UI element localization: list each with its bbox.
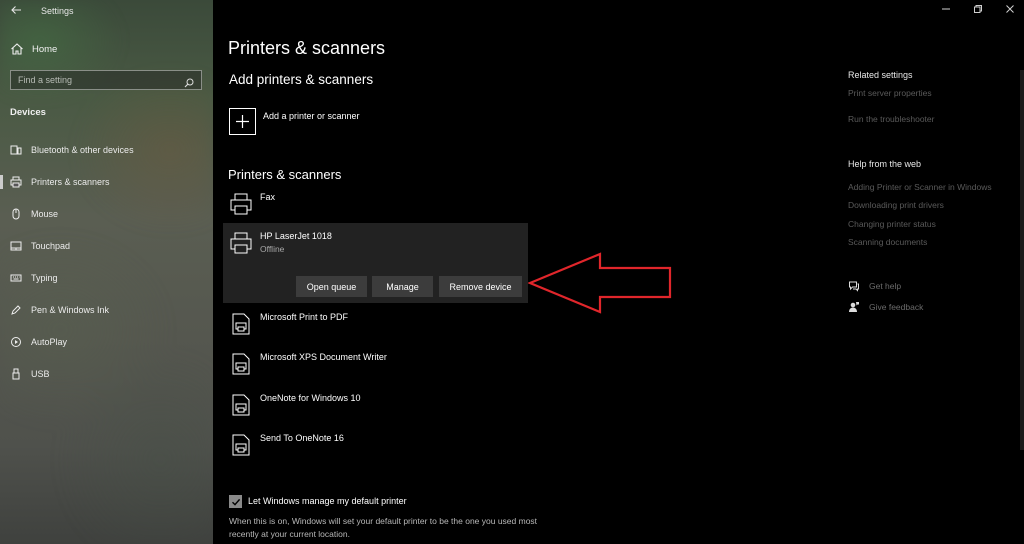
sidebar: Settings Home Devices Bluetooth & other … xyxy=(0,0,213,544)
printers-list-heading: Printers & scanners xyxy=(228,167,342,182)
sidebar-item-autoplay[interactable]: AutoPlay xyxy=(0,326,213,358)
restore-icon[interactable] xyxy=(973,4,983,17)
device-item-xps-writer[interactable]: Microsoft XPS Document Writer xyxy=(229,352,387,376)
sidebar-item-typing[interactable]: Typing xyxy=(0,262,213,294)
device-name: OneNote for Windows 10 xyxy=(260,393,361,403)
default-printer-checkbox[interactable] xyxy=(229,495,242,508)
sidebar-item-pen[interactable]: Pen & Windows Ink xyxy=(0,294,213,326)
get-help-link[interactable]: Get help xyxy=(848,280,901,292)
device-name: Send To OneNote 16 xyxy=(260,433,344,443)
help-from-web-heading: Help from the web xyxy=(848,159,922,169)
sidebar-item-label: Printers & scanners xyxy=(31,177,110,187)
search-box[interactable] xyxy=(10,70,202,90)
annotation-arrow xyxy=(528,252,672,314)
add-section-heading: Add printers & scanners xyxy=(229,72,374,87)
sidebar-item-label: Touchpad xyxy=(31,241,71,251)
device-name: HP LaserJet 1018 xyxy=(260,231,332,241)
link-scanning-documents[interactable]: Scanning documents xyxy=(848,237,927,247)
keyboard-icon xyxy=(10,272,22,284)
device-item-fax[interactable]: Fax xyxy=(229,192,275,216)
link-run-troubleshooter[interactable]: Run the troubleshooter xyxy=(848,114,934,124)
device-item-hp-laserjet[interactable]: HP LaserJet 1018 Offline xyxy=(229,231,332,255)
home-icon xyxy=(10,42,24,56)
device-status: Offline xyxy=(260,244,285,254)
add-printer-button[interactable] xyxy=(229,108,256,135)
sidebar-item-bluetooth[interactable]: Bluetooth & other devices xyxy=(0,134,213,166)
device-item-onenote-16[interactable]: Send To OneNote 16 xyxy=(229,433,344,457)
sidebar-item-printers[interactable]: Printers & scanners xyxy=(0,166,213,198)
sidebar-nav: Bluetooth & other devices Printers & sca… xyxy=(0,134,213,390)
bluetooth-devices-icon xyxy=(10,144,22,156)
give-feedback-label: Give feedback xyxy=(869,302,924,312)
sidebar-item-label: Typing xyxy=(31,273,58,283)
sidebar-item-label: Pen & Windows Ink xyxy=(31,305,110,315)
device-name: Microsoft Print to PDF xyxy=(260,312,349,322)
document-printer-icon xyxy=(229,433,253,457)
feedback-icon xyxy=(849,302,859,312)
related-settings-heading: Related settings xyxy=(848,70,913,80)
document-printer-icon xyxy=(229,393,253,417)
link-changing-status[interactable]: Changing printer status xyxy=(848,219,936,229)
sidebar-item-label: USB xyxy=(31,369,50,379)
printer-icon xyxy=(229,192,253,216)
search-input[interactable] xyxy=(18,75,184,85)
home-label: Home xyxy=(32,43,58,55)
app-title: Settings xyxy=(41,6,74,16)
close-icon[interactable] xyxy=(1005,4,1015,17)
sidebar-item-label: Bluetooth & other devices xyxy=(31,145,134,155)
mouse-icon xyxy=(10,208,22,220)
minimize-icon[interactable] xyxy=(941,4,951,17)
get-help-label: Get help xyxy=(869,281,902,291)
printer-icon xyxy=(229,231,253,255)
checkmark-icon xyxy=(231,498,240,506)
link-downloading-drivers[interactable]: Downloading print drivers xyxy=(848,200,944,210)
search-icon[interactable] xyxy=(184,75,194,88)
printer-icon xyxy=(10,176,22,188)
sidebar-item-label: Mouse xyxy=(31,209,59,219)
link-print-server-properties[interactable]: Print server properties xyxy=(848,88,932,98)
remove-device-button[interactable]: Remove device xyxy=(439,276,522,297)
page-title: Printers & scanners xyxy=(228,38,386,58)
give-feedback-link[interactable]: Give feedback xyxy=(848,301,923,313)
link-adding-printer[interactable]: Adding Printer or Scanner in Windows xyxy=(848,182,992,192)
plus-icon xyxy=(236,115,249,128)
open-queue-button[interactable]: Open queue xyxy=(296,276,367,297)
sidebar-item-label: AutoPlay xyxy=(31,337,68,347)
add-printer-label[interactable]: Add a printer or scanner xyxy=(263,111,360,121)
title-bar: Settings xyxy=(0,0,213,24)
device-item-print-to-pdf[interactable]: Microsoft Print to PDF xyxy=(229,312,348,336)
section-label-devices: Devices xyxy=(10,107,46,118)
default-printer-label[interactable]: Let Windows manage my default printer xyxy=(248,496,407,506)
touchpad-icon xyxy=(10,240,22,252)
home-nav-item[interactable]: Home xyxy=(10,42,57,56)
manage-button[interactable]: Manage xyxy=(372,276,433,297)
usb-icon xyxy=(10,368,22,380)
document-printer-icon xyxy=(229,352,253,376)
back-arrow-icon[interactable] xyxy=(10,4,24,18)
chat-help-icon xyxy=(849,281,859,292)
document-printer-icon xyxy=(229,312,253,336)
device-item-onenote-win10[interactable]: OneNote for Windows 10 xyxy=(229,393,361,417)
autoplay-icon xyxy=(10,336,22,348)
scrollbar[interactable] xyxy=(1020,70,1024,450)
pen-icon xyxy=(10,304,22,316)
sidebar-item-usb[interactable]: USB xyxy=(0,358,213,390)
device-name: Microsoft XPS Document Writer xyxy=(260,352,387,362)
default-printer-description: When this is on, Windows will set your d… xyxy=(229,516,538,539)
device-name: Fax xyxy=(260,192,276,202)
sidebar-item-mouse[interactable]: Mouse xyxy=(0,198,213,230)
sidebar-item-touchpad[interactable]: Touchpad xyxy=(0,230,213,262)
